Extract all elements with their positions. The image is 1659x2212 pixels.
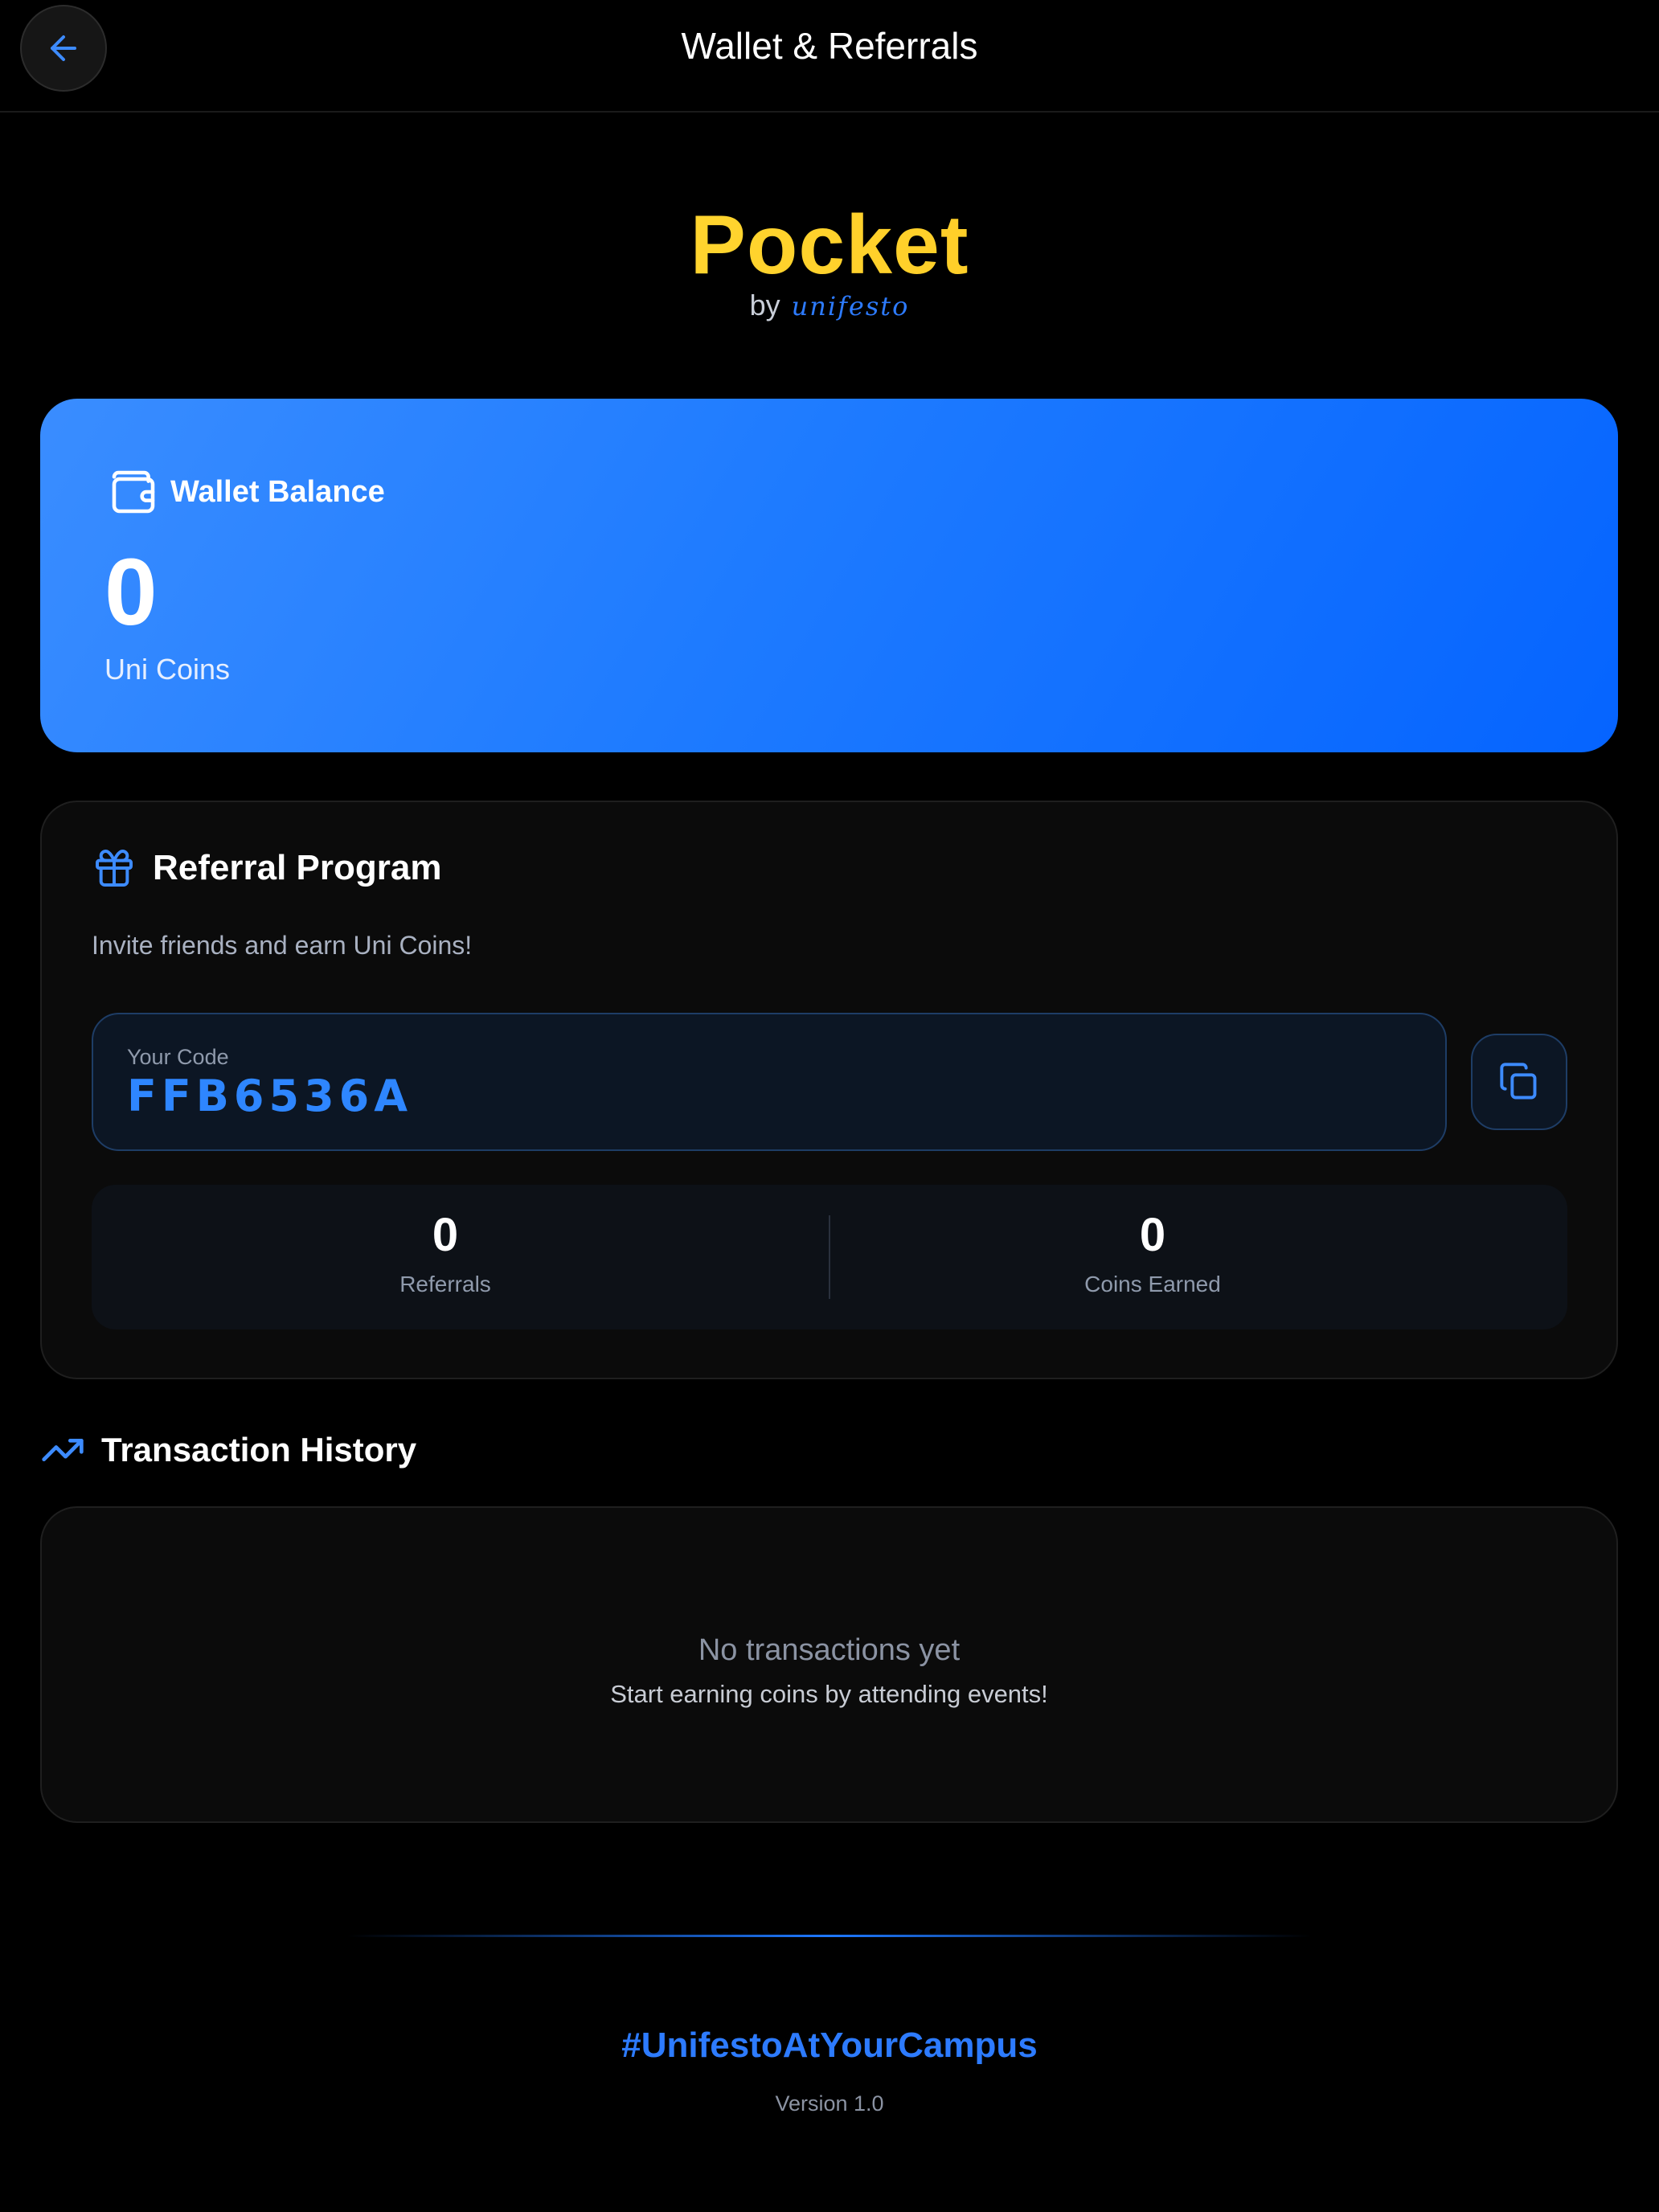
code-label: Your Code (127, 1045, 229, 1069)
transaction-list: No transactions yet Start earning coins … (40, 1506, 1618, 1823)
logo-byline: by unifesto (0, 288, 1659, 324)
footer-hashtag: #UnifestoAtYourCampus (621, 2026, 1038, 2065)
gift-icon (96, 850, 133, 887)
stat-coins-earned: 0 Coins Earned (799, 1209, 1506, 1297)
wallet-unit: Uni Coins (104, 653, 231, 686)
logo-word: Pocket (0, 201, 1659, 289)
pocket-logo: Pocket by unifesto (0, 201, 1659, 322)
trending-up-icon (42, 1439, 84, 1461)
referral-program-card: Referral Program Invite friends and earn… (40, 801, 1618, 1379)
referral-stats: 0 Referrals 0 Coins Earned (92, 1185, 1567, 1329)
referrals-count: 0 (432, 1209, 459, 1261)
copy-icon (1500, 1063, 1537, 1100)
transaction-history-header: Transaction History (40, 1428, 416, 1473)
referral-description: Invite friends and earn Uni Coins! (92, 931, 473, 960)
empty-state-subtitle: Start earning coins by attending events! (610, 1680, 1048, 1708)
referral-code-box[interactable]: Your Code FFB6536A (92, 1013, 1447, 1151)
transaction-history-title: Transaction History (101, 1431, 417, 1469)
wallet-icon (112, 470, 155, 514)
referral-title: Referral Program (153, 848, 442, 887)
referral-header: Referral Program (92, 846, 441, 891)
wallet-balance-card: Wallet Balance 0 Uni Coins (40, 399, 1618, 752)
referrals-label: Referrals (399, 1272, 491, 1296)
code-value: FFB6536A (127, 1071, 413, 1121)
wallet-label: Wallet Balance (170, 474, 385, 509)
wallet-amount: 0 (104, 539, 158, 645)
copy-code-button[interactable] (1471, 1034, 1567, 1130)
empty-state-title: No transactions yet (698, 1633, 961, 1667)
top-bar: Wallet & Referrals (0, 0, 1659, 113)
coins-earned-label: Coins Earned (1084, 1272, 1221, 1296)
logo-brand: unifesto (791, 291, 910, 322)
wallet-header: Wallet Balance (108, 466, 385, 518)
footer-divider (347, 1935, 1312, 1937)
page-title: Wallet & Referrals (681, 25, 978, 67)
app-version: Version 1.0 (775, 2091, 884, 2116)
coins-earned-count: 0 (1139, 1209, 1166, 1261)
stat-referrals: 0 Referrals (92, 1209, 799, 1297)
logo-by: by (749, 289, 780, 322)
